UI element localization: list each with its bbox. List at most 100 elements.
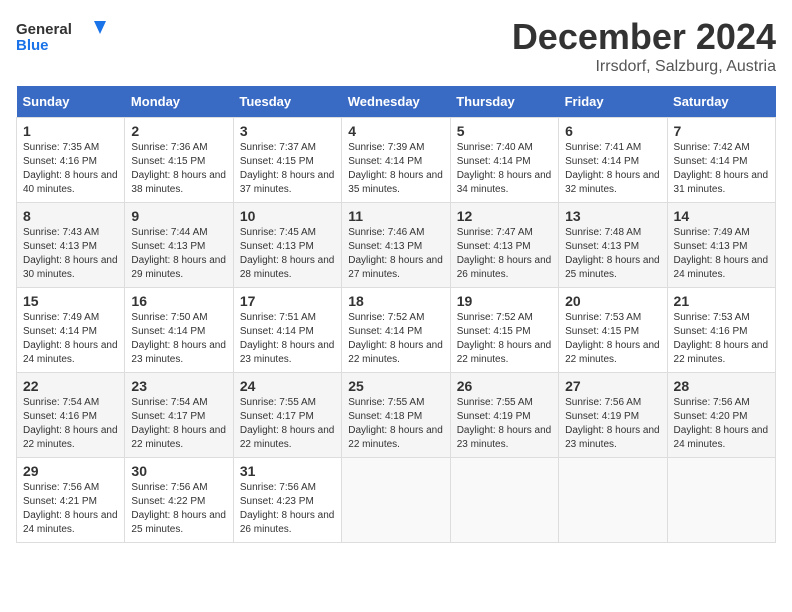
header-wednesday: Wednesday bbox=[342, 86, 450, 118]
table-row: 19Sunrise: 7:52 AMSunset: 4:15 PMDayligh… bbox=[450, 288, 558, 373]
day-number: 10 bbox=[240, 208, 335, 224]
day-info: Sunrise: 7:35 AMSunset: 4:16 PMDaylight:… bbox=[23, 141, 118, 197]
day-info: Sunrise: 7:46 AMSunset: 4:13 PMDaylight:… bbox=[348, 226, 443, 282]
day-number: 18 bbox=[348, 293, 443, 309]
day-number: 17 bbox=[240, 293, 335, 309]
day-number: 5 bbox=[457, 123, 552, 139]
day-info: Sunrise: 7:36 AMSunset: 4:15 PMDaylight:… bbox=[131, 141, 226, 197]
day-number: 13 bbox=[565, 208, 660, 224]
svg-text:General: General bbox=[16, 21, 72, 38]
table-row: 12 Sunrise: 7:47 AMSunset: 4:13 PMDayligh… bbox=[450, 203, 558, 288]
table-row bbox=[559, 458, 667, 543]
day-number: 30 bbox=[131, 463, 226, 479]
calendar-week-row: 29 Sunrise: 7:56 AMSunset: 4:21 PMDayligh… bbox=[17, 458, 776, 543]
day-number: 26 bbox=[457, 378, 552, 394]
day-number: 24 bbox=[240, 378, 335, 394]
table-row: 24 Sunrise: 7:55 AMSunset: 4:17 PMDayligh… bbox=[233, 373, 341, 458]
header-monday: Monday bbox=[125, 86, 233, 118]
table-row: 10 Sunrise: 7:45 AMSunset: 4:13 PMDayligh… bbox=[233, 203, 341, 288]
page-header: General Blue December 2024 Irrsdorf, Sal… bbox=[16, 16, 776, 76]
header-saturday: Saturday bbox=[667, 86, 775, 118]
day-number: 16 bbox=[131, 293, 226, 309]
day-info: Sunrise: 7:47 AMSunset: 4:13 PMDaylight:… bbox=[457, 226, 552, 282]
day-info: Sunrise: 7:50 AMSunset: 4:14 PMDaylight:… bbox=[131, 311, 226, 367]
day-info: Sunrise: 7:40 AMSunset: 4:14 PMDaylight:… bbox=[457, 141, 552, 197]
day-number: 6 bbox=[565, 123, 660, 139]
day-info: Sunrise: 7:43 AMSunset: 4:13 PMDaylight:… bbox=[23, 226, 118, 282]
calendar-week-row: 8 Sunrise: 7:43 AMSunset: 4:13 PMDaylight… bbox=[17, 203, 776, 288]
table-row: 8 Sunrise: 7:43 AMSunset: 4:13 PMDaylight… bbox=[17, 203, 125, 288]
table-row: 4 Sunrise: 7:39 AMSunset: 4:14 PMDaylight… bbox=[342, 118, 450, 203]
day-info: Sunrise: 7:48 AMSunset: 4:13 PMDaylight:… bbox=[565, 226, 660, 282]
day-number: 20 bbox=[565, 293, 660, 309]
day-info: Sunrise: 7:51 AMSunset: 4:14 PMDaylight:… bbox=[240, 311, 335, 367]
header-thursday: Thursday bbox=[450, 86, 558, 118]
day-info: Sunrise: 7:55 AMSunset: 4:19 PMDaylight:… bbox=[457, 396, 552, 452]
day-info: Sunrise: 7:45 AMSunset: 4:13 PMDaylight:… bbox=[240, 226, 335, 282]
table-row: 16 Sunrise: 7:50 AMSunset: 4:14 PMDayligh… bbox=[125, 288, 233, 373]
logo: General Blue bbox=[16, 16, 106, 56]
table-row: 27 Sunrise: 7:56 AMSunset: 4:19 PMDayligh… bbox=[559, 373, 667, 458]
day-number: 29 bbox=[23, 463, 118, 479]
table-row: 7Sunrise: 7:42 AMSunset: 4:14 PMDaylight… bbox=[667, 118, 775, 203]
table-row: 21Sunrise: 7:53 AMSunset: 4:16 PMDayligh… bbox=[667, 288, 775, 373]
day-info: Sunrise: 7:56 AMSunset: 4:20 PMDaylight:… bbox=[674, 396, 769, 452]
day-info: Sunrise: 7:54 AMSunset: 4:17 PMDaylight:… bbox=[131, 396, 226, 452]
day-info: Sunrise: 7:52 AMSunset: 4:14 PMDaylight:… bbox=[348, 311, 443, 367]
calendar-week-row: 1 Sunrise: 7:35 AMSunset: 4:16 PMDaylight… bbox=[17, 118, 776, 203]
day-number: 8 bbox=[23, 208, 118, 224]
table-row: 5 Sunrise: 7:40 AMSunset: 4:14 PMDaylight… bbox=[450, 118, 558, 203]
day-number: 4 bbox=[348, 123, 443, 139]
table-row: 14Sunrise: 7:49 AMSunset: 4:13 PMDayligh… bbox=[667, 203, 775, 288]
table-row: 1 Sunrise: 7:35 AMSunset: 4:16 PMDaylight… bbox=[17, 118, 125, 203]
calendar-week-row: 15Sunrise: 7:49 AMSunset: 4:14 PMDayligh… bbox=[17, 288, 776, 373]
day-info: Sunrise: 7:53 AMSunset: 4:16 PMDaylight:… bbox=[674, 311, 769, 367]
header-tuesday: Tuesday bbox=[233, 86, 341, 118]
day-number: 15 bbox=[23, 293, 118, 309]
day-number: 12 bbox=[457, 208, 552, 224]
table-row: 2Sunrise: 7:36 AMSunset: 4:15 PMDaylight… bbox=[125, 118, 233, 203]
day-number: 27 bbox=[565, 378, 660, 394]
month-title: December 2024 bbox=[512, 16, 776, 58]
day-info: Sunrise: 7:56 AMSunset: 4:22 PMDaylight:… bbox=[131, 481, 226, 537]
day-info: Sunrise: 7:56 AMSunset: 4:23 PMDaylight:… bbox=[240, 481, 335, 537]
logo-svg: General Blue bbox=[16, 16, 106, 56]
table-row: 9 Sunrise: 7:44 AMSunset: 4:13 PMDaylight… bbox=[125, 203, 233, 288]
day-number: 23 bbox=[131, 378, 226, 394]
table-row: 20 Sunrise: 7:53 AMSunset: 4:15 PMDayligh… bbox=[559, 288, 667, 373]
table-row: 28 Sunrise: 7:56 AMSunset: 4:20 PMDayligh… bbox=[667, 373, 775, 458]
day-info: Sunrise: 7:55 AMSunset: 4:17 PMDaylight:… bbox=[240, 396, 335, 452]
day-info: Sunrise: 7:52 AMSunset: 4:15 PMDaylight:… bbox=[457, 311, 552, 367]
table-row: 25Sunrise: 7:55 AMSunset: 4:18 PMDayligh… bbox=[342, 373, 450, 458]
table-row bbox=[342, 458, 450, 543]
header-friday: Friday bbox=[559, 86, 667, 118]
calendar-week-row: 22 Sunrise: 7:54 AMSunset: 4:16 PMDayligh… bbox=[17, 373, 776, 458]
day-info: Sunrise: 7:55 AMSunset: 4:18 PMDaylight:… bbox=[348, 396, 443, 452]
day-info: Sunrise: 7:42 AMSunset: 4:14 PMDaylight:… bbox=[674, 141, 769, 197]
table-row: 30 Sunrise: 7:56 AMSunset: 4:22 PMDayligh… bbox=[125, 458, 233, 543]
day-info: Sunrise: 7:56 AMSunset: 4:19 PMDaylight:… bbox=[565, 396, 660, 452]
svg-text:Blue: Blue bbox=[16, 37, 49, 54]
day-info: Sunrise: 7:37 AMSunset: 4:15 PMDaylight:… bbox=[240, 141, 335, 197]
day-number: 28 bbox=[674, 378, 769, 394]
table-row: 15Sunrise: 7:49 AMSunset: 4:14 PMDayligh… bbox=[17, 288, 125, 373]
title-section: December 2024 Irrsdorf, Salzburg, Austri… bbox=[512, 16, 776, 76]
table-row: 22 Sunrise: 7:54 AMSunset: 4:16 PMDayligh… bbox=[17, 373, 125, 458]
day-info: Sunrise: 7:54 AMSunset: 4:16 PMDaylight:… bbox=[23, 396, 118, 452]
day-info: Sunrise: 7:56 AMSunset: 4:21 PMDaylight:… bbox=[23, 481, 118, 537]
day-number: 3 bbox=[240, 123, 335, 139]
day-number: 22 bbox=[23, 378, 118, 394]
day-number: 31 bbox=[240, 463, 335, 479]
table-row: 29 Sunrise: 7:56 AMSunset: 4:21 PMDayligh… bbox=[17, 458, 125, 543]
day-number: 1 bbox=[23, 123, 118, 139]
day-info: Sunrise: 7:53 AMSunset: 4:15 PMDaylight:… bbox=[565, 311, 660, 367]
day-info: Sunrise: 7:39 AMSunset: 4:14 PMDaylight:… bbox=[348, 141, 443, 197]
day-number: 9 bbox=[131, 208, 226, 224]
calendar-header-row: Sunday Monday Tuesday Wednesday Thursday… bbox=[17, 86, 776, 118]
day-info: Sunrise: 7:44 AMSunset: 4:13 PMDaylight:… bbox=[131, 226, 226, 282]
table-row: 23 Sunrise: 7:54 AMSunset: 4:17 PMDayligh… bbox=[125, 373, 233, 458]
calendar-table: Sunday Monday Tuesday Wednesday Thursday… bbox=[16, 86, 776, 543]
day-number: 11 bbox=[348, 208, 443, 224]
table-row: 13 Sunrise: 7:48 AMSunset: 4:13 PMDayligh… bbox=[559, 203, 667, 288]
table-row: 3 Sunrise: 7:37 AMSunset: 4:15 PMDaylight… bbox=[233, 118, 341, 203]
